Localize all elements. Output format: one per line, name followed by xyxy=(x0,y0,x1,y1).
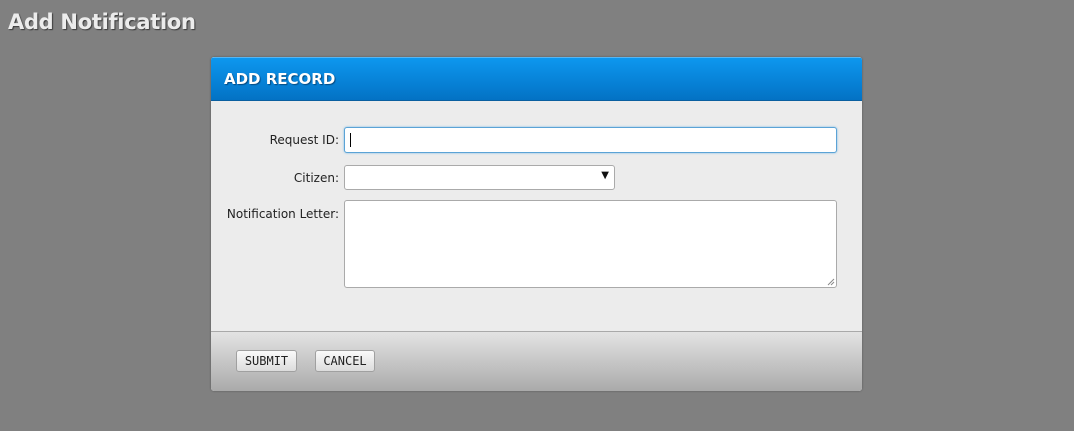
dialog-title: ADD RECORD xyxy=(224,70,336,88)
citizen-label: Citizen: xyxy=(293,171,339,185)
notification-letter-textarea[interactable] xyxy=(344,200,837,288)
add-record-dialog: ADD RECORD Request ID: Citizen: ▼ Notifi… xyxy=(211,57,862,391)
resize-grip-icon[interactable] xyxy=(827,278,835,286)
dialog-footer: SUBMIT CANCEL xyxy=(211,331,862,391)
triangle-down-icon: ▼ xyxy=(601,170,609,181)
dialog-header: ADD RECORD xyxy=(211,57,862,101)
page-title: Add Notification xyxy=(8,10,196,34)
notification-letter-label: Notification Letter: xyxy=(226,207,339,221)
submit-button[interactable]: SUBMIT xyxy=(236,350,297,372)
request-id-input[interactable] xyxy=(344,127,837,153)
citizen-select[interactable]: ▼ xyxy=(344,165,615,190)
text-cursor xyxy=(350,133,351,147)
request-id-label: Request ID: xyxy=(269,133,339,147)
cancel-button[interactable]: CANCEL xyxy=(315,350,375,372)
